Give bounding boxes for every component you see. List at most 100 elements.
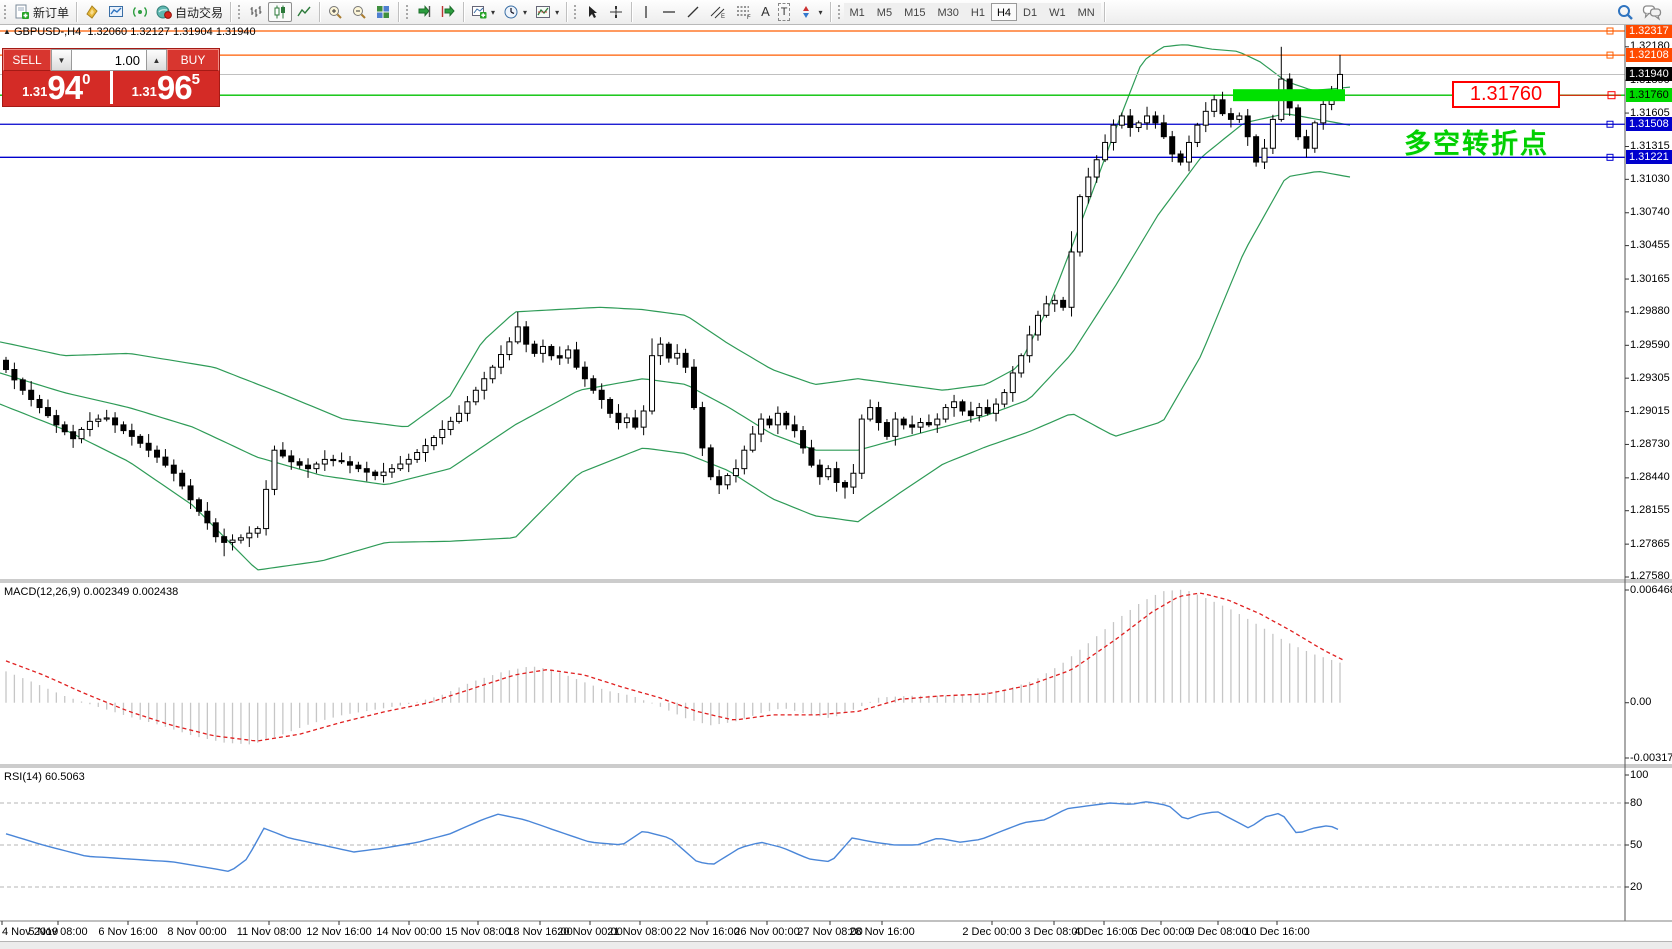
crosshair-icon xyxy=(608,4,624,20)
price-axis-tick: 1.28440 xyxy=(1630,471,1670,484)
pivot-annotation-text[interactable]: 多空转折点 xyxy=(1404,122,1549,161)
chat-button[interactable] xyxy=(1638,2,1666,22)
vertical-line-icon xyxy=(639,4,653,20)
autotrading-button[interactable]: 自动交易 xyxy=(152,2,227,22)
candlestick-chart-icon xyxy=(272,4,288,20)
price-line-label: 1.32317 xyxy=(1626,24,1672,38)
trendline-tool-button[interactable] xyxy=(681,2,705,22)
toolbar-grip xyxy=(236,3,241,21)
chart-ohlc-values: 1.32060 1.32127 1.31904 1.31940 xyxy=(87,26,255,38)
time-axis-label: 11 Nov 08:00 xyxy=(237,926,302,938)
buy-price[interactable]: 1.31965 xyxy=(113,71,220,104)
fibonacci-tool-button[interactable]: F xyxy=(731,2,757,22)
time-axis-label: 14 Nov 00:00 xyxy=(376,926,441,938)
crosshair-tool-button[interactable] xyxy=(604,2,628,22)
volume-input[interactable]: 1.00 xyxy=(72,49,146,71)
cursor-icon xyxy=(584,4,600,20)
toolbar-grip xyxy=(2,3,7,21)
sell-button[interactable]: SELL xyxy=(3,49,51,71)
timeframe-mn-button[interactable]: MN xyxy=(1072,3,1101,21)
time-axis-label: 10 Dec 16:00 xyxy=(1244,926,1309,938)
macd-axis-tick: 0.006468 xyxy=(1630,584,1672,597)
toolbar-separator xyxy=(1104,2,1105,22)
text-label-tool-button[interactable]: T xyxy=(774,2,795,22)
window-bottom-strip xyxy=(0,941,1672,949)
price-axis-tick: 1.29590 xyxy=(1630,339,1670,352)
channel-tool-button[interactable]: E xyxy=(705,2,731,22)
volume-down-button[interactable]: ▼ xyxy=(51,49,72,71)
profiles-button[interactable] xyxy=(80,2,104,22)
price-axis-tick: 1.30740 xyxy=(1630,206,1670,219)
timeframe-h4-button[interactable]: H4 xyxy=(991,3,1017,21)
timeframe-h1-button[interactable]: H1 xyxy=(965,3,991,21)
chevron-down-icon: ▼ xyxy=(58,56,66,65)
toolbar-grip xyxy=(404,3,409,21)
zoom-in-button[interactable] xyxy=(323,2,347,22)
time-axis-label: 5 Nov 08:00 xyxy=(28,926,87,938)
signal-button[interactable] xyxy=(128,2,152,22)
time-axis-label: 8 Nov 00:00 xyxy=(167,926,226,938)
chevron-down-icon: ▾ xyxy=(555,8,559,17)
time-axis-label: 4 Dec 16:00 xyxy=(1074,926,1133,938)
price-axis-tick: 1.28730 xyxy=(1630,438,1670,451)
new-order-button[interactable]: 新订单 xyxy=(10,2,73,22)
volume-up-button[interactable]: ▲ xyxy=(146,49,167,71)
zoom-out-button[interactable] xyxy=(347,2,371,22)
templates-button[interactable]: ▾ xyxy=(531,2,563,22)
toolbar-separator xyxy=(566,2,567,22)
toolbar-grip xyxy=(836,3,841,21)
price-line-label: 1.31508 xyxy=(1626,117,1672,131)
timeframe-w1-button[interactable]: W1 xyxy=(1043,3,1072,21)
cursor-tool-button[interactable] xyxy=(580,2,604,22)
time-axis-label: 9 Dec 08:00 xyxy=(1188,926,1247,938)
toolbar-separator xyxy=(830,2,831,22)
sell-price[interactable]: 1.31940 xyxy=(3,71,113,104)
price-axis-tick: 1.28155 xyxy=(1630,504,1670,517)
periods-button[interactable]: ▾ xyxy=(499,2,531,22)
macd-label: MACD(12,26,9) 0.002349 0.002438 xyxy=(4,586,178,598)
tile-windows-button[interactable] xyxy=(371,2,395,22)
timeframe-m15-button[interactable]: M15 xyxy=(898,3,931,21)
text-tool-button[interactable]: A xyxy=(757,2,774,22)
trendline-icon xyxy=(685,4,701,20)
toolbar: 新订单 自动交易 xyxy=(0,0,1672,25)
timeframe-m1-button[interactable]: M1 xyxy=(844,3,871,21)
bar-chart-button[interactable] xyxy=(244,2,268,22)
timeframe-m30-button[interactable]: M30 xyxy=(931,3,964,21)
price-axis-tick: 1.27580 xyxy=(1630,570,1670,583)
sell-price-prefix: 1.31 xyxy=(22,81,47,103)
toolbar-separator xyxy=(230,2,231,22)
macd-axis-tick: -0.003171 xyxy=(1630,752,1672,765)
chevron-down-icon: ▾ xyxy=(523,8,527,17)
price-axis-tick: 1.29015 xyxy=(1630,405,1670,418)
macd-axis-tick: 0.00 xyxy=(1630,696,1651,709)
autotrading-icon xyxy=(156,4,172,20)
new-chart-button[interactable]: ▾ xyxy=(467,2,499,22)
buy-button[interactable]: BUY xyxy=(167,49,219,71)
line-chart-icon xyxy=(296,4,312,20)
candlestick-chart-button[interactable] xyxy=(268,2,292,22)
chevron-down-icon: ▾ xyxy=(818,8,822,17)
chart-symbol: GBPUSD-,H4 xyxy=(14,26,81,38)
chart-shift-button[interactable] xyxy=(436,2,460,22)
price-line-label: 1.31760 xyxy=(1626,88,1672,102)
mt4-window: 新订单 自动交易 xyxy=(0,0,1672,949)
arrows-tool-button[interactable]: ▾ xyxy=(794,2,826,22)
vertical-line-tool-button[interactable] xyxy=(635,2,657,22)
search-button[interactable] xyxy=(1612,2,1638,22)
market-watch-button[interactable] xyxy=(104,2,128,22)
timeframe-d1-button[interactable]: D1 xyxy=(1017,3,1043,21)
price-axis-tick: 1.29880 xyxy=(1630,305,1670,318)
timeframe-m5-button[interactable]: M5 xyxy=(871,3,898,21)
chevron-down-icon: ▾ xyxy=(491,8,495,17)
price-axis-tick: 1.30165 xyxy=(1630,273,1670,286)
time-axis-label: 28 Nov 16:00 xyxy=(849,926,914,938)
auto-scroll-button[interactable] xyxy=(412,2,436,22)
toolbar-separator xyxy=(631,2,632,22)
price-callout-box[interactable]: 1.31760 xyxy=(1452,81,1560,108)
line-chart-button[interactable] xyxy=(292,2,316,22)
horizontal-line-tool-button[interactable] xyxy=(657,2,681,22)
chart-shift-icon xyxy=(440,4,456,20)
arrow-objects-icon xyxy=(798,4,814,20)
search-icon xyxy=(1616,3,1634,21)
